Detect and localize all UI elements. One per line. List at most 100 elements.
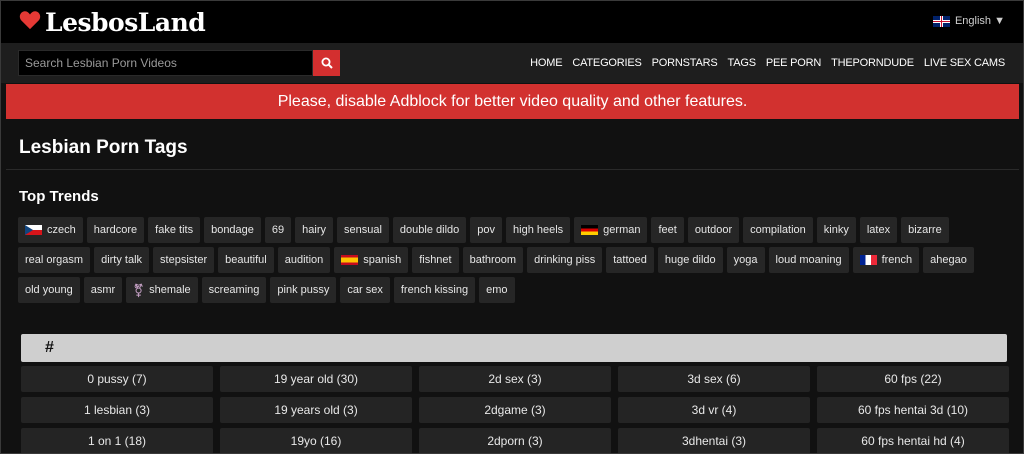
trend-tag-label: ahegao [930, 254, 967, 266]
trend-tag[interactable]: bathroom [462, 247, 524, 273]
tag-link[interactable]: 2dgame (3) [419, 397, 611, 423]
trend-tag[interactable]: 69 [264, 217, 292, 243]
trend-tag[interactable]: dirty talk [94, 247, 150, 273]
trend-tag[interactable]: french [852, 247, 920, 273]
nav-pornstars[interactable]: PORNSTARS [652, 57, 718, 69]
nav-pee-porn[interactable]: PEE PORN [766, 57, 821, 69]
trend-tag-label: screaming [208, 284, 260, 296]
tag-link[interactable]: 3d vr (4) [618, 397, 810, 423]
trend-tag[interactable]: yoga [726, 247, 765, 273]
trend-tag[interactable]: latex [859, 217, 898, 243]
divider [6, 169, 1019, 170]
tag-link[interactable]: 19 year old (30) [220, 366, 412, 392]
tag-link[interactable]: 2d sex (3) [419, 366, 611, 392]
trend-tag-label: real orgasm [25, 254, 84, 266]
trend-tag-label: double dildo [399, 224, 460, 236]
trend-tag[interactable]: pov [470, 217, 503, 243]
trend-tag[interactable]: real orgasm [18, 247, 91, 273]
trend-tag-label: high heels [513, 224, 564, 236]
trend-tag-label: hairy [302, 224, 326, 236]
trend-tag[interactable]: emo [479, 277, 515, 303]
trend-tag[interactable]: fake tits [148, 217, 201, 243]
trend-tag-label: audition [284, 254, 324, 266]
trend-tag[interactable]: fishnet [412, 247, 459, 273]
tag-link[interactable]: 1 lesbian (3) [21, 397, 213, 423]
trend-tag[interactable]: double dildo [392, 217, 467, 243]
flag-es-icon [341, 255, 359, 265]
trend-tag[interactable]: compilation [743, 217, 813, 243]
tag-link[interactable]: 60 fps hentai 3d (10) [817, 397, 1009, 423]
trend-tag[interactable]: huge dildo [657, 247, 723, 273]
trend-tag[interactable]: bizarre [901, 217, 949, 243]
trend-tag-label: feet [658, 224, 677, 236]
brand-name: LesbosLand [45, 7, 206, 37]
tag-link[interactable]: 19yo (16) [220, 428, 412, 453]
flag-de-icon [581, 225, 599, 235]
search-button[interactable] [313, 50, 340, 76]
trend-tag-label: bizarre [908, 224, 942, 236]
trend-tag-label: bathroom [469, 254, 517, 266]
trend-tag-label: fake tits [155, 224, 194, 236]
tag-link[interactable]: 19 years old (3) [220, 397, 412, 423]
trend-tag-label: loud moaning [775, 254, 842, 266]
trend-tag[interactable]: audition [277, 247, 331, 273]
tag-link[interactable]: 3dhentai (3) [618, 428, 810, 453]
nav-home[interactable]: HOME [530, 57, 562, 69]
trend-tag[interactable]: ⚧ shemale [126, 277, 198, 303]
trend-tag[interactable]: feet [651, 217, 684, 243]
trend-tag[interactable]: czech [18, 217, 83, 243]
flag-fr-icon [859, 255, 877, 265]
trend-tag-label: french kissing [400, 284, 469, 296]
trend-tag[interactable]: old young [18, 277, 80, 303]
trend-tag[interactable]: spanish [334, 247, 409, 273]
trend-tag[interactable]: german [574, 217, 648, 243]
trend-tag[interactable]: hardcore [86, 217, 145, 243]
tag-link[interactable]: 60 fps hentai hd (4) [817, 428, 1009, 453]
trend-tag-label: german [603, 224, 641, 236]
nav-theporndude[interactable]: THEPORNDUDE [831, 57, 914, 69]
adblock-banner: Please, disable Adblock for better video… [6, 84, 1019, 119]
tag-link[interactable]: 3d sex (6) [618, 366, 810, 392]
trend-tag[interactable]: outdoor [687, 217, 740, 243]
trend-tag[interactable]: asmr [83, 277, 123, 303]
trend-tag-label: hardcore [93, 224, 138, 236]
trend-tag-label: emo [486, 284, 508, 296]
heart-icon [19, 10, 41, 35]
nav-live-sex-cams[interactable]: LIVE SEX CAMS [924, 57, 1005, 69]
trend-tag[interactable]: french kissing [393, 277, 476, 303]
trend-tag[interactable]: beautiful [218, 247, 274, 273]
trend-tag[interactable]: loud moaning [768, 247, 849, 273]
nav-tags[interactable]: TAGS [728, 57, 757, 69]
trend-tag[interactable]: pink pussy [270, 277, 337, 303]
tag-link[interactable]: 1 on 1 (18) [21, 428, 213, 453]
trend-tag[interactable]: car sex [340, 277, 390, 303]
trend-tag[interactable]: drinking piss [527, 247, 603, 273]
trend-tag[interactable]: hairy [295, 217, 333, 243]
tag-link[interactable]: 0 pussy (7) [21, 366, 213, 392]
trend-tag[interactable]: tattoed [606, 247, 654, 273]
tag-link[interactable]: 60 fps (22) [817, 366, 1009, 392]
top-trends-title: Top Trends [19, 188, 99, 205]
main-nav: HOME CATEGORIES PORNSTARS TAGS PEE PORN … [530, 57, 1005, 69]
trend-tag[interactable]: bondage [204, 217, 261, 243]
trend-tag[interactable]: kinky [816, 217, 856, 243]
search-input[interactable] [18, 50, 313, 76]
trend-tag-label: spanish [363, 254, 402, 266]
trend-tag[interactable]: stepsister [153, 247, 215, 273]
top-trends-tags: czech hardcore fake tits bondage 69 hairy sens… [18, 217, 1008, 303]
trend-tag-label: old young [25, 284, 73, 296]
nav-categories[interactable]: CATEGORIES [572, 57, 642, 69]
language-selector[interactable]: English ▼ [932, 15, 1005, 27]
trend-tag-label: compilation [750, 224, 806, 236]
trend-tag-label: yoga [733, 254, 758, 266]
trend-tag[interactable]: ahegao [923, 247, 974, 273]
trend-tag[interactable]: sensual [337, 217, 389, 243]
language-label: English ▼ [954, 15, 1005, 27]
tag-link[interactable]: 2dporn (3) [419, 428, 611, 453]
trend-tag[interactable]: high heels [506, 217, 571, 243]
trend-tag-label: stepsister [160, 254, 208, 266]
trend-tag-label: outdoor [694, 224, 733, 236]
nav-bar: HOME CATEGORIES PORNSTARS TAGS PEE PORN … [1, 43, 1023, 83]
site-logo[interactable]: LesbosLand [19, 7, 206, 37]
trend-tag[interactable]: screaming [201, 277, 267, 303]
